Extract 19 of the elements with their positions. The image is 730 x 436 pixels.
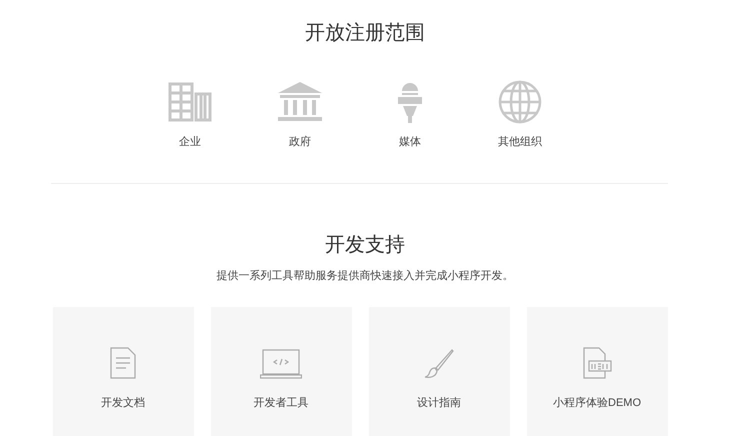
category-label: 企业 xyxy=(179,135,201,149)
section-subtitle: 提供一系列工具帮助服务提供商快速接入并完成小程序开发。 xyxy=(216,268,514,283)
government-building-icon xyxy=(278,82,322,122)
laptop-code-icon xyxy=(260,349,302,379)
section-title: 开放注册范围 xyxy=(305,21,425,46)
category-label: 其他组织 xyxy=(498,135,542,149)
building-icon xyxy=(168,82,212,122)
globe-icon xyxy=(498,80,542,124)
section-title: 开发支持 xyxy=(325,233,405,258)
category-label: 政府 xyxy=(289,134,311,149)
category-label: 媒体 xyxy=(399,135,421,149)
demo-file-icon xyxy=(581,347,613,379)
resource-card[interactable]: 开发文档 xyxy=(52,307,194,436)
document-icon xyxy=(110,347,136,379)
resource-card[interactable]: 开发者工具 xyxy=(210,307,352,436)
resource-card[interactable]: 小程序体验DEMO xyxy=(526,307,668,436)
resource-card[interactable]: 设计指南 xyxy=(368,307,510,436)
microphone-icon xyxy=(397,81,423,123)
paintbrush-icon xyxy=(424,349,454,379)
